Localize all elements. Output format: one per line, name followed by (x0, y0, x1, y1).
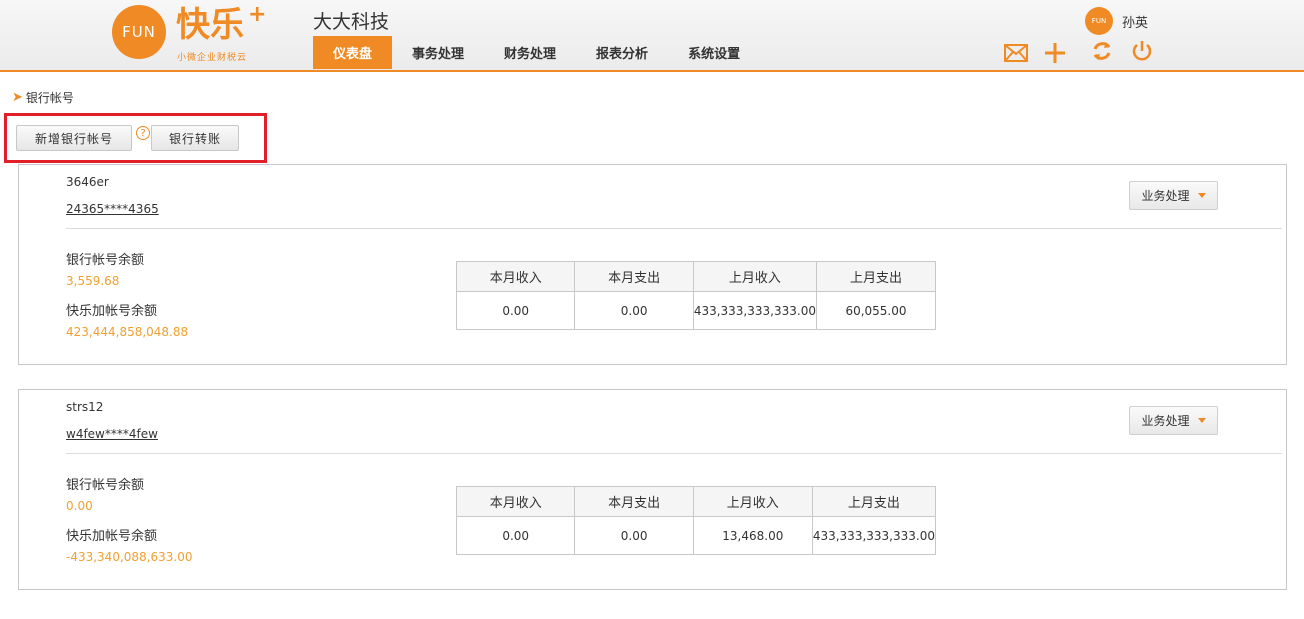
nav-dashboard[interactable]: 仪表盘 (313, 36, 393, 69)
column-header: 上月支出 (811, 486, 937, 517)
logo-text: 快乐 (176, 5, 244, 45)
plus-icon[interactable] (1042, 40, 1068, 66)
business-dropdown-label: 业务处理 (1141, 189, 1190, 203)
table-cell: 0.00 (455, 516, 576, 555)
arrow-right-icon: ➤ (12, 90, 23, 105)
table-cell: 13,468.00 (692, 516, 813, 555)
table-header-row: 本月收入 本月支出 上月收入 上月支出 (455, 261, 937, 292)
mail-icon[interactable] (1003, 40, 1029, 66)
avatar[interactable]: FUN (1085, 7, 1113, 35)
table-cell: 433,333,333,333.00 (692, 291, 817, 330)
bank-balance-value: 0.00 (66, 499, 93, 513)
caret-down-icon (1197, 193, 1206, 198)
add-bank-account-button[interactable]: 新增银行帐号 (16, 125, 132, 151)
table-cell: 60,055.00 (815, 291, 937, 330)
account-number-link[interactable]: 24365****4365 (66, 202, 159, 216)
refresh-icon[interactable] (1089, 38, 1115, 64)
logo-subtitle: 小微企业财税云 (177, 53, 248, 63)
table-row: 0.00 0.00 433,333,333,333.00 60,055.00 (455, 291, 937, 330)
table-cell: 0.00 (574, 291, 694, 330)
column-header: 本月支出 (574, 261, 694, 292)
divider (66, 453, 1282, 454)
stats-table: 本月收入 本月支出 上月收入 上月支出 0.00 0.00 13,468.00 … (455, 486, 937, 555)
column-header: 本月收入 (455, 486, 576, 517)
account-name: strs12 (66, 400, 104, 414)
app-header: FUN 快乐 + 小微企业财税云 大大科技 仪表盘 事务处理 财务处理 报表分析… (0, 0, 1304, 72)
bank-balance-value: 3,559.68 (66, 274, 120, 288)
logo-mark: FUN (112, 5, 166, 59)
account-number-link[interactable]: w4few****4few (66, 427, 158, 441)
bank-balance-label: 银行帐号余额 (66, 253, 145, 268)
stats-table: 本月收入 本月支出 上月收入 上月支出 0.00 0.00 433,333,33… (455, 261, 937, 330)
table-cell: 0.00 (574, 516, 694, 555)
main-nav: 仪表盘 事务处理 财务处理 报表分析 系统设置 (313, 36, 760, 69)
business-dropdown-button[interactable]: 业务处理 (1129, 406, 1218, 435)
logo-plus: + (248, 2, 267, 27)
bank-balance-label: 银行帐号余额 (66, 478, 145, 493)
business-dropdown-button[interactable]: 业务处理 (1129, 181, 1218, 210)
table-header-row: 本月收入 本月支出 上月收入 上月支出 (455, 486, 937, 517)
caret-down-icon (1197, 418, 1206, 423)
kuaile-balance-label: 快乐加帐号余额 (66, 529, 158, 544)
company-name: 大大科技 (313, 11, 390, 33)
nav-finance[interactable]: 财务处理 (484, 36, 576, 69)
column-header: 上月支出 (815, 261, 937, 292)
column-header: 本月收入 (455, 261, 576, 292)
kuaile-balance-label: 快乐加帐号余额 (66, 304, 158, 319)
breadcrumb-label: 银行帐号 (25, 91, 74, 105)
kuaile-balance-value: -433,340,088,633.00 (66, 550, 193, 564)
breadcrumb: ➤ 银行帐号 (12, 89, 74, 106)
account-card: strs12 w4few****4few 业务处理 银行帐号余额 0.00 快乐… (18, 389, 1287, 590)
bank-transfer-button[interactable]: 银行转账 (151, 125, 239, 151)
nav-transactions[interactable]: 事务处理 (392, 36, 484, 69)
account-card: 3646er 24365****4365 业务处理 银行帐号余额 3,559.6… (18, 164, 1287, 365)
nav-reports[interactable]: 报表分析 (576, 36, 668, 69)
kuaile-balance-value: 423,444,858,048.88 (66, 325, 189, 339)
column-header: 上月收入 (692, 261, 817, 292)
column-header: 本月支出 (574, 486, 694, 517)
divider (66, 228, 1282, 229)
table-row: 0.00 0.00 13,468.00 433,333,333,333.00 (455, 516, 937, 555)
business-dropdown-label: 业务处理 (1141, 414, 1190, 428)
username[interactable]: 孙英 (1122, 12, 1148, 31)
table-cell: 0.00 (455, 291, 576, 330)
help-icon[interactable]: ? (136, 126, 150, 140)
table-cell: 433,333,333,333.00 (811, 516, 937, 555)
power-icon[interactable] (1129, 38, 1155, 64)
account-name: 3646er (66, 175, 109, 189)
column-header: 上月收入 (692, 486, 813, 517)
nav-settings[interactable]: 系统设置 (668, 36, 760, 69)
